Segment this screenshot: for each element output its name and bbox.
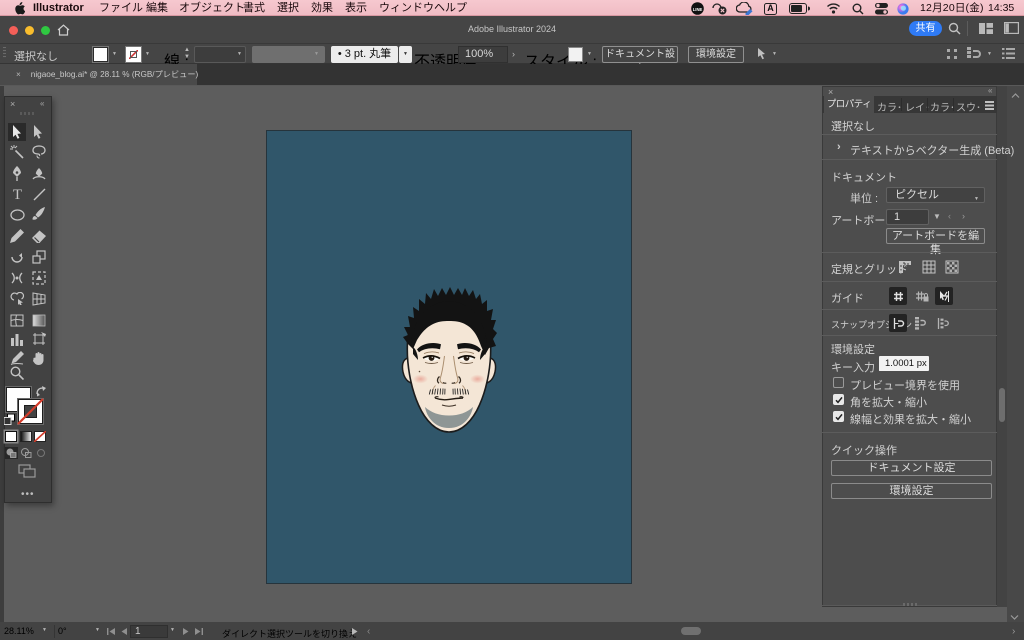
svg-text:T: T xyxy=(13,187,22,201)
svg-text:LINE: LINE xyxy=(693,7,703,12)
